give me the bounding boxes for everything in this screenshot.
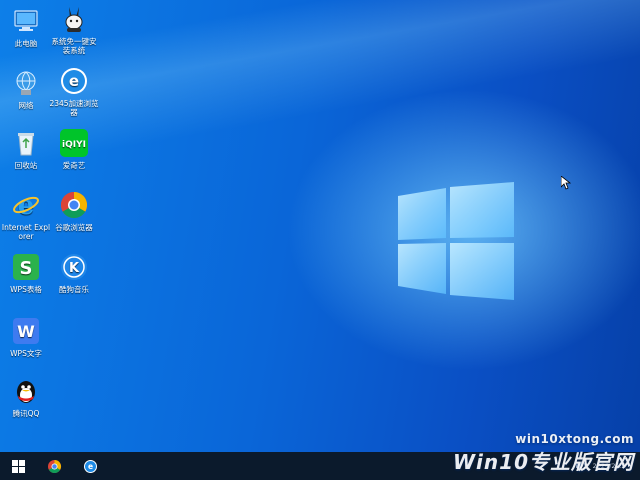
browser-e-icon: e	[61, 68, 87, 94]
windows-logo-icon	[11, 459, 25, 473]
ie-browser-icon: e	[83, 459, 97, 473]
icon-label: Internet Explorer	[1, 223, 51, 241]
desktop-icon-this-pc[interactable]: 此电脑	[0, 6, 52, 48]
desktop-icon-iqiyi[interactable]: iQIYI 爱奇艺	[48, 128, 100, 170]
watermark: win10xtong.com Win10专业版官网	[453, 432, 634, 475]
icon-label: 酷狗音乐	[59, 285, 89, 294]
wps-writer-icon: W	[13, 318, 39, 344]
start-button[interactable]	[0, 452, 36, 480]
desktop-icon-qq[interactable]: 腾讯QQ	[0, 376, 52, 418]
network-globe-icon	[16, 71, 36, 95]
desktop-icon-2345-browser[interactable]: e 2345加速浏览器	[48, 66, 100, 117]
svg-text:S: S	[20, 258, 33, 279]
icon-label: 腾讯QQ	[12, 409, 40, 418]
icon-label: WPS表格	[10, 285, 42, 294]
desktop-icon-kugou-music[interactable]: K 酷狗音乐	[48, 252, 100, 294]
windows-logo-wallpaper	[398, 182, 514, 300]
kugou-icon: K	[61, 254, 87, 280]
desktop-icon-chrome[interactable]: 谷歌浏览器	[48, 190, 100, 232]
iqiyi-icon: iQIYI	[60, 129, 88, 157]
desktop-icon-wps-writer[interactable]: W WPS文字	[0, 316, 52, 358]
recycle-bin-icon	[18, 133, 34, 156]
svg-text:iQIYI: iQIYI	[62, 140, 86, 150]
svg-text:W: W	[17, 322, 35, 341]
mouse-cursor-icon	[561, 176, 571, 190]
rabbit-logo-icon	[65, 7, 83, 32]
internet-explorer-icon: e	[13, 191, 39, 220]
desktop-icon-internet-explorer[interactable]: e Internet Explorer	[0, 190, 52, 241]
watermark-brand: Win10专业版官网	[453, 450, 634, 474]
watermark-site: win10xtong.com	[515, 432, 634, 446]
icon-label: 回收站	[14, 161, 38, 170]
icon-label: 谷歌浏览器	[55, 223, 93, 232]
svg-text:K: K	[69, 261, 80, 276]
wps-sheets-icon: S	[13, 254, 39, 280]
icon-label: 此电脑	[14, 39, 38, 48]
icon-label: WPS文字	[10, 349, 42, 358]
taskbar-chrome[interactable]	[36, 452, 72, 480]
svg-text:e: e	[87, 462, 92, 471]
chrome-icon	[60, 191, 88, 219]
desktop-icon-network[interactable]: 网络	[0, 68, 52, 110]
svg-text:e: e	[69, 72, 79, 90]
taskbar-ie-browser[interactable]: e	[72, 452, 108, 480]
icon-label: 网络	[18, 101, 34, 110]
icon-label: 系统免一键安装系统	[51, 37, 97, 55]
icon-label: 爱奇艺	[62, 161, 86, 170]
computer-icon	[14, 10, 38, 31]
qq-penguin-icon	[17, 381, 35, 403]
desktop-icon-system-installer[interactable]: 系统免一键安装系统	[48, 4, 100, 55]
desktop: 此电脑 系统免一键安装系统 网络 e 2345加速浏览器 回收站 iQIYI 爱…	[0, 0, 640, 452]
desktop-icon-recycle-bin[interactable]: 回收站	[0, 128, 52, 170]
desktop-icon-wps-sheets[interactable]: S WPS表格	[0, 252, 52, 294]
svg-text:e: e	[18, 191, 35, 220]
icon-label: 2345加速浏览器	[49, 99, 99, 117]
chrome-icon	[47, 459, 61, 473]
